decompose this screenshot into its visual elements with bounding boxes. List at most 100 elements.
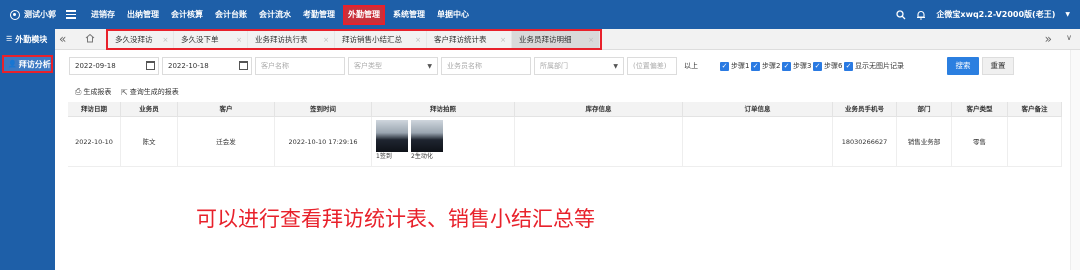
- tab-strip: « 多久没拜访 × 多久没下单 × 业务拜访执行表 × 拜访销售小结汇总 × 客户拜访统…: [55, 29, 1080, 50]
- caret-down-icon: ▼: [613, 63, 618, 70]
- menu-item-attendance[interactable]: 考勤管理: [297, 5, 341, 25]
- search-icon[interactable]: [896, 9, 906, 20]
- reset-button[interactable]: 重置: [982, 57, 1014, 75]
- printer-icon: ⎙: [75, 87, 82, 96]
- cell-customer-note: [1008, 117, 1062, 167]
- vertical-scrollbar[interactable]: [1070, 50, 1080, 270]
- generate-report-button[interactable]: ⎙ 生成报表: [75, 87, 111, 97]
- column-header[interactable]: 签到时间: [275, 102, 372, 117]
- menu-item-accounting[interactable]: 会计核算: [165, 5, 209, 25]
- visit-detail-table: 拜访日期 业务员 客户 签到时间 拜访拍照 库存信息 订单信息 业务员手机号 部…: [68, 102, 1062, 167]
- step6-checkbox[interactable]: ✓ 步骤6: [813, 61, 842, 71]
- cell-salesman: 陈文: [121, 117, 178, 167]
- chevron-down-icon[interactable]: ▼: [1065, 11, 1070, 18]
- close-icon[interactable]: ×: [415, 36, 421, 44]
- step2-checkbox[interactable]: ✓ 步骤2: [751, 61, 780, 71]
- date-start-value: 2022-09-18: [75, 62, 116, 70]
- list-icon: ☰: [6, 35, 13, 43]
- tab-no-order[interactable]: 多久没下单 ×: [174, 31, 248, 48]
- menu-item-documents[interactable]: 单据中心: [431, 5, 475, 25]
- bell-icon[interactable]: [916, 10, 926, 20]
- menu-item-field-work[interactable]: 外勤管理: [343, 4, 385, 25]
- position-offset-placeholder: (位置偏差): [633, 62, 667, 70]
- menu-item-journal[interactable]: 会计流水: [253, 5, 297, 25]
- position-offset-input[interactable]: (位置偏差): [627, 57, 677, 75]
- tab-label: 业务员拜访明细: [519, 35, 572, 44]
- annotation-text: 可以进行查看拜访统计表、销售小结汇总等: [196, 207, 595, 231]
- chevron-down-icon[interactable]: ∨: [1066, 33, 1072, 42]
- salesman-name-input[interactable]: 业务员名称: [441, 57, 531, 75]
- salesman-placeholder: 业务员名称: [447, 62, 482, 70]
- column-header[interactable]: 拜访日期: [68, 102, 121, 117]
- tab-label: 拜访销售小结汇总: [342, 35, 402, 44]
- column-header[interactable]: 业务员手机号: [833, 102, 897, 117]
- step1-checkbox[interactable]: ✓ 步骤1: [720, 61, 749, 71]
- photo-caption: 2生动化: [411, 153, 433, 160]
- column-header[interactable]: 业务员: [121, 102, 178, 117]
- query-report-button[interactable]: ⇱ 查询生成的报表: [121, 87, 179, 97]
- checkbox-checked-icon: ✓: [844, 61, 853, 71]
- report-toolbar: ⎙ 生成报表 ⇱ 查询生成的报表: [55, 85, 1080, 99]
- photo-caption: 1签到: [376, 153, 392, 160]
- customer-name-placeholder: 客户名称: [261, 62, 289, 70]
- column-header[interactable]: 库存信息: [515, 102, 683, 117]
- menu-item-inventory[interactable]: 进销存: [85, 5, 121, 25]
- menu-toggle-icon[interactable]: [66, 8, 76, 21]
- tab-sales-summary[interactable]: 拜访销售小结汇总 ×: [335, 31, 427, 48]
- close-icon[interactable]: ×: [163, 36, 169, 44]
- tab-visit-execution[interactable]: 业务拜访执行表 ×: [248, 31, 335, 48]
- tab-label: 多久没拜访: [115, 35, 153, 44]
- visit-photo-thumbnail[interactable]: 1签到: [376, 120, 408, 160]
- show-no-photo-checkbox[interactable]: ✓ 显示无图片记录: [844, 61, 904, 71]
- tab-salesman-visit-detail[interactable]: 业务员拜访明细 ×: [512, 31, 600, 48]
- close-icon[interactable]: ×: [500, 36, 506, 44]
- photo-image: [411, 120, 443, 152]
- customer-type-select[interactable]: 客户类型 ▼: [348, 57, 438, 75]
- date-start-input[interactable]: 2022-09-18: [69, 57, 159, 75]
- tab-label: 业务拜访执行表: [255, 35, 308, 44]
- close-icon[interactable]: ×: [323, 36, 329, 44]
- column-header[interactable]: 拜访拍照: [372, 102, 515, 117]
- sidebar-header[interactable]: ☰ 外勤模块: [0, 29, 55, 49]
- sidebar-item-label: 拜访分析: [18, 59, 51, 69]
- step3-checkbox[interactable]: ✓ 步骤3: [782, 61, 811, 71]
- column-header[interactable]: 客户: [178, 102, 275, 117]
- cell-customer: 迁会发: [178, 117, 275, 167]
- cell-department: 销售业务部: [897, 117, 952, 167]
- tab-label: 多久没下单: [181, 35, 219, 44]
- checkbox-checked-icon: ✓: [813, 61, 822, 71]
- tabs-scroll-right-icon[interactable]: »: [1045, 32, 1052, 46]
- column-header[interactable]: 客户类型: [952, 102, 1008, 117]
- tabs-scroll-left-icon[interactable]: «: [59, 32, 66, 46]
- close-icon[interactable]: ×: [236, 36, 242, 44]
- column-header[interactable]: 客户备注: [1008, 102, 1062, 117]
- sidebar: ☰ 外勤模块 👤 拜访分析: [0, 29, 55, 270]
- customer-name-input[interactable]: 客户名称: [255, 57, 345, 75]
- column-header[interactable]: 订单信息: [683, 102, 833, 117]
- cell-stock: [515, 117, 683, 167]
- date-end-input[interactable]: 2022-10-18: [162, 57, 252, 75]
- checkbox-checked-icon: ✓: [720, 61, 729, 71]
- menu-item-system[interactable]: 系统管理: [387, 5, 431, 25]
- user-icon: 👤: [8, 60, 17, 68]
- menu-item-cashier[interactable]: 出纳管理: [121, 5, 165, 25]
- tab-not-visited[interactable]: 多久没拜访 ×: [108, 31, 174, 48]
- sidebar-header-label: 外勤模块: [15, 34, 48, 44]
- brand[interactable]: 测试小郭: [0, 9, 64, 20]
- department-select[interactable]: 所属部门 ▼: [534, 57, 624, 75]
- cell-phone: 18030266627: [833, 117, 897, 167]
- column-header[interactable]: 部门: [897, 102, 952, 117]
- close-icon[interactable]: ×: [588, 36, 594, 44]
- user-account[interactable]: 企微宝xwq2.2-V2000版(老王): [936, 9, 1055, 20]
- checkbox-label: 步骤6: [824, 62, 843, 70]
- filter-bar: 2022-09-18 2022-10-18 客户名称 客户类型 ▼ 业务员名称 所…: [55, 57, 1080, 77]
- brand-name: 测试小郭: [24, 10, 56, 19]
- checkbox-checked-icon: ✓: [751, 61, 760, 71]
- table-row[interactable]: 2022-10-10 陈文 迁会发 2022-10-10 17:29:16 1签…: [68, 117, 1062, 167]
- menu-item-ledger[interactable]: 会计台账: [209, 5, 253, 25]
- sidebar-item-visit-analysis[interactable]: 👤 拜访分析: [2, 55, 53, 73]
- visit-photo-thumbnail[interactable]: 2生动化: [411, 120, 443, 160]
- search-button[interactable]: 搜索: [947, 57, 979, 75]
- home-icon[interactable]: [85, 33, 95, 43]
- tab-customer-visit-stats[interactable]: 客户拜访统计表 ×: [427, 31, 512, 48]
